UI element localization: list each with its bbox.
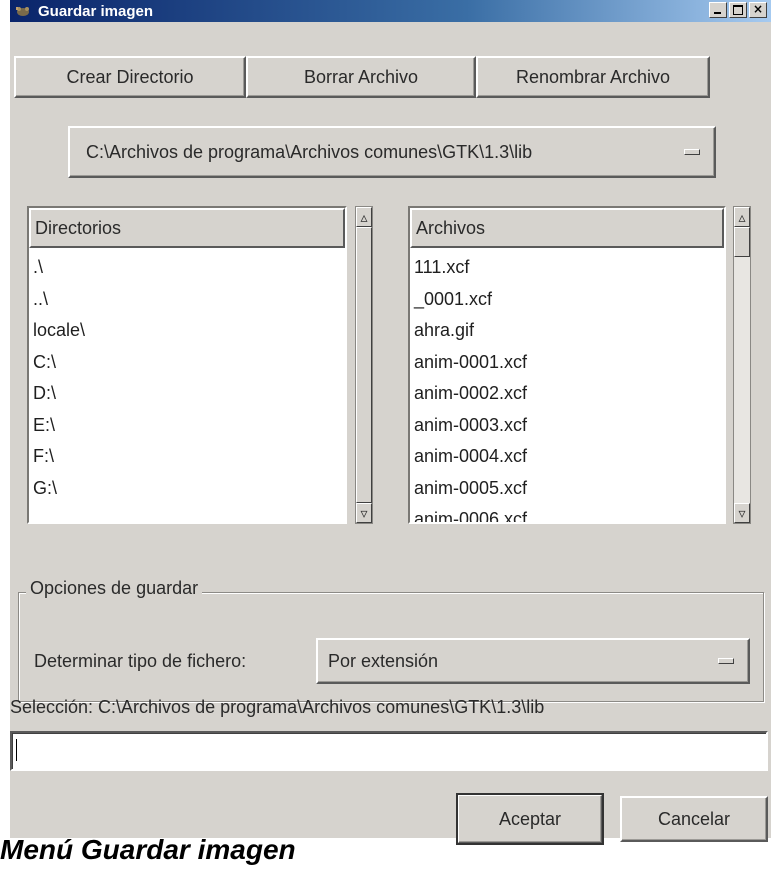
file-type-dropdown[interactable]: Por extensión: [316, 638, 750, 684]
path-dropdown-value: C:\Archivos de programa\Archivos comunes…: [86, 141, 533, 162]
save-options-legend: Opciones de guardar: [26, 578, 203, 599]
dropdown-indicator-icon: [684, 149, 700, 155]
directory-item[interactable]: F:\: [33, 441, 345, 473]
scroll-down-icon[interactable]: ▿: [734, 503, 750, 523]
save-image-dialog: Guardar imagen × Crear Directorio Borrar…: [10, 0, 771, 845]
directories-scrollbar[interactable]: ▵ ▿: [355, 206, 373, 524]
directory-item[interactable]: G:\: [33, 473, 345, 505]
window-title: Guardar imagen: [38, 2, 154, 20]
directories-list[interactable]: Directorios .\ ..\ locale\ C:\ D:\ E:\ F:\ G:\: [27, 206, 347, 524]
directory-item[interactable]: D:\: [33, 378, 345, 410]
file-item[interactable]: anim-0005.xcf: [414, 473, 724, 505]
scroll-down-icon[interactable]: ▿: [356, 503, 372, 523]
gimp-icon: [14, 4, 32, 18]
scroll-up-icon[interactable]: ▵: [734, 207, 750, 227]
figure-caption: Menú Guardar imagen: [0, 836, 296, 865]
file-type-label: Determinar tipo de fichero:: [34, 651, 247, 671]
file-type-value: Por extensión: [328, 650, 439, 671]
create-directory-button[interactable]: Crear Directorio: [14, 56, 246, 98]
directory-item[interactable]: E:\: [33, 410, 345, 442]
files-list[interactable]: Archivos 111.xcf _0001.xcf ahra.gif anim-00…: [408, 206, 726, 524]
file-item[interactable]: ahra.gif: [414, 315, 724, 347]
maximize-button[interactable]: [729, 2, 747, 18]
files-scrollbar[interactable]: ▵ ▿: [733, 206, 751, 524]
directories-header[interactable]: Directorios: [29, 208, 345, 248]
filename-input[interactable]: [10, 731, 768, 771]
scroll-thumb[interactable]: [734, 227, 750, 257]
scroll-up-icon[interactable]: ▵: [356, 207, 372, 227]
title-bar[interactable]: Guardar imagen ×: [10, 0, 771, 22]
directory-item[interactable]: .\: [33, 252, 345, 284]
delete-file-button[interactable]: Borrar Archivo: [246, 56, 476, 98]
file-item[interactable]: anim-0002.xcf: [414, 378, 724, 410]
minimize-button[interactable]: [709, 2, 727, 18]
rename-file-button[interactable]: Renombrar Archivo: [476, 56, 710, 98]
files-header[interactable]: Archivos: [410, 208, 724, 248]
text-caret: [16, 739, 17, 761]
file-item[interactable]: anim-0006.xcf: [414, 504, 724, 522]
path-dropdown[interactable]: C:\Archivos de programa\Archivos comunes…: [68, 126, 716, 178]
file-item[interactable]: anim-0004.xcf: [414, 441, 724, 473]
dropdown-indicator-icon: [718, 658, 734, 664]
scroll-thumb[interactable]: [356, 227, 372, 503]
directory-item[interactable]: C:\: [33, 347, 345, 379]
file-item[interactable]: _0001.xcf: [414, 284, 724, 316]
file-item[interactable]: anim-0001.xcf: [414, 347, 724, 379]
file-item[interactable]: 111.xcf: [414, 252, 724, 284]
selection-label: Selección: C:\Archivos de programa\Archi…: [10, 697, 545, 717]
directory-item[interactable]: locale\: [33, 315, 345, 347]
close-button[interactable]: ×: [749, 2, 767, 18]
directory-item[interactable]: ..\: [33, 284, 345, 316]
file-item[interactable]: anim-0003.xcf: [414, 410, 724, 442]
